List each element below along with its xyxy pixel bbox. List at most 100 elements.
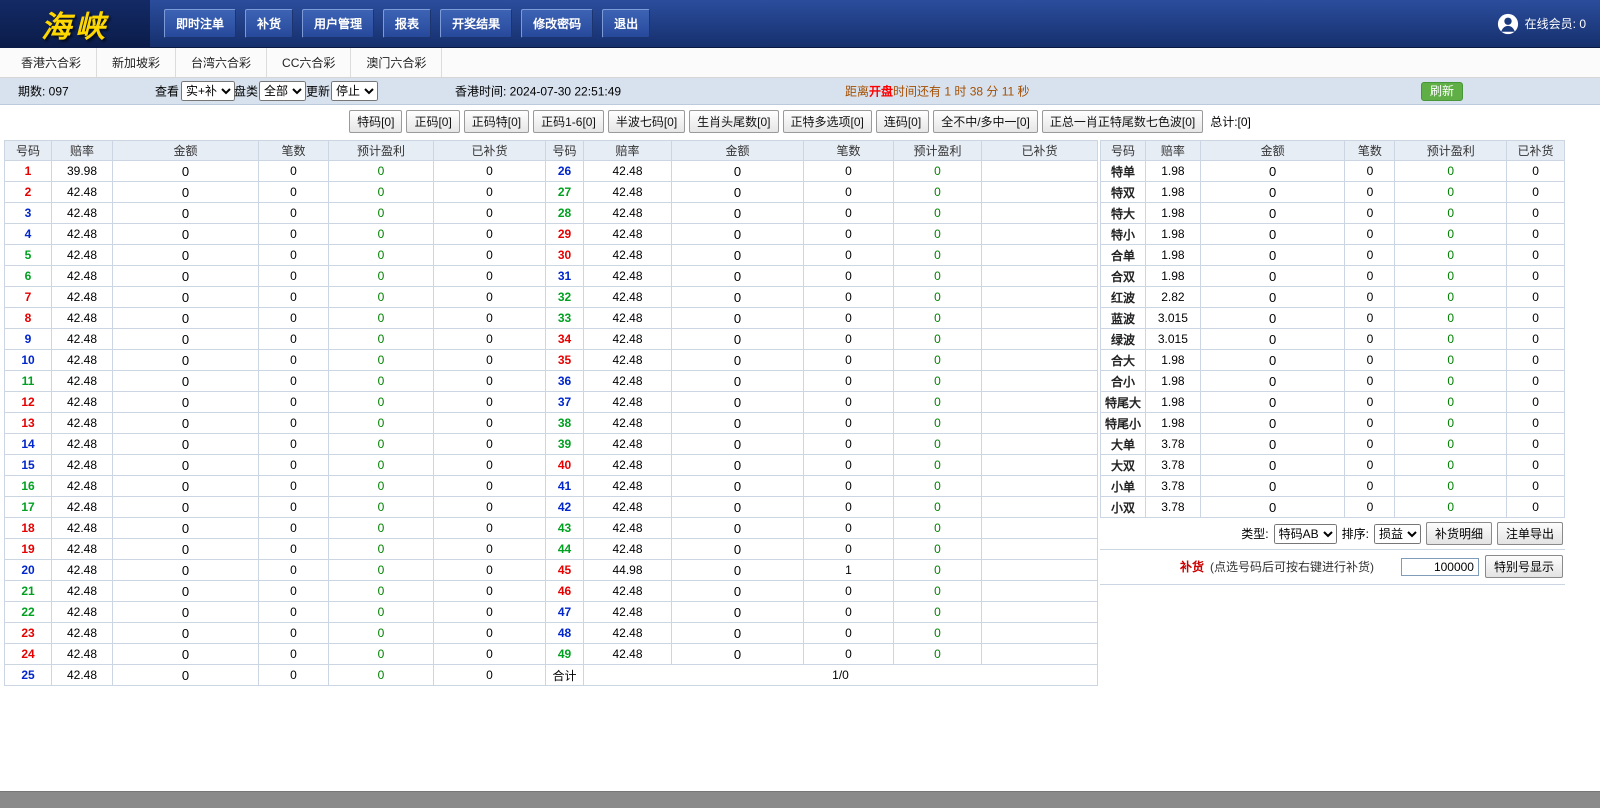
ball-number-cell[interactable]: 20 — [5, 560, 52, 581]
ball-number-cell[interactable]: 36 — [546, 371, 584, 392]
ball-number-cell[interactable]: 43 — [546, 518, 584, 539]
type-select[interactable]: 特码AB — [1274, 524, 1337, 544]
ball-number-cell[interactable]: 2 — [5, 182, 52, 203]
filter-half-wave-seven[interactable]: 半波七码[0] — [608, 110, 685, 133]
menu-user-management[interactable]: 用户管理 — [302, 9, 374, 38]
bet-type-cell[interactable]: 大双 — [1101, 455, 1146, 476]
ball-number-cell[interactable]: 35 — [546, 350, 584, 371]
filter-zodiac-head-tail[interactable]: 生肖头尾数[0] — [689, 110, 778, 133]
bet-type-cell[interactable]: 合大 — [1101, 350, 1146, 371]
ball-number-cell[interactable]: 7 — [5, 287, 52, 308]
ball-number-cell[interactable]: 39 — [546, 434, 584, 455]
ball-number-cell[interactable]: 24 — [5, 644, 52, 665]
filter-special-code[interactable]: 特码[0] — [349, 110, 402, 133]
menu-logout[interactable]: 退出 — [602, 9, 650, 38]
refresh-button[interactable]: 刷新 — [1421, 82, 1463, 101]
menu-change-password[interactable]: 修改密码 — [521, 9, 593, 38]
ball-number-cell[interactable]: 26 — [546, 161, 584, 182]
sort-select[interactable]: 损益 — [1374, 524, 1421, 544]
ball-number-cell[interactable]: 34 — [546, 329, 584, 350]
menu-draw-results[interactable]: 开奖结果 — [440, 9, 512, 38]
ball-number-cell[interactable]: 44 — [546, 539, 584, 560]
menu-instant-bets[interactable]: 即时注单 — [164, 9, 236, 38]
bet-type-cell[interactable]: 特尾小 — [1101, 413, 1146, 434]
bet-type-cell[interactable]: 大单 — [1101, 434, 1146, 455]
ball-number-cell[interactable]: 4 — [5, 224, 52, 245]
filter-normal-code-special[interactable]: 正码特[0] — [464, 110, 529, 133]
ball-number-cell[interactable]: 15 — [5, 455, 52, 476]
ball-number-cell[interactable]: 10 — [5, 350, 52, 371]
menu-restock[interactable]: 补货 — [245, 9, 293, 38]
ball-number-cell[interactable]: 37 — [546, 392, 584, 413]
bet-type-cell[interactable]: 小双 — [1101, 497, 1146, 518]
bet-type-cell[interactable]: 蓝波 — [1101, 308, 1146, 329]
ball-number-cell[interactable]: 25 — [5, 665, 52, 686]
filter-consecutive-codes[interactable]: 连码[0] — [876, 110, 929, 133]
ball-number-cell[interactable]: 28 — [546, 203, 584, 224]
ball-number-cell[interactable]: 5 — [5, 245, 52, 266]
ball-number-cell[interactable]: 21 — [5, 581, 52, 602]
restock-action-label[interactable]: 补货 — [1180, 558, 1204, 575]
bet-type-cell[interactable]: 特小 — [1101, 224, 1146, 245]
restock-amount-input[interactable] — [1401, 558, 1479, 576]
ball-number-cell[interactable]: 17 — [5, 497, 52, 518]
ball-number-cell[interactable]: 19 — [5, 539, 52, 560]
lottery-tab-taiwan[interactable]: 台湾六合彩 — [176, 48, 267, 77]
lottery-tab-cc[interactable]: CC六合彩 — [267, 48, 351, 77]
update-select[interactable]: 停止 — [331, 81, 378, 101]
ball-number-cell[interactable]: 3 — [5, 203, 52, 224]
bet-export-button[interactable]: 注单导出 — [1497, 522, 1563, 545]
ball-number-cell[interactable]: 22 — [5, 602, 52, 623]
special-number-display-button[interactable]: 特别号显示 — [1485, 555, 1563, 578]
ball-number-cell[interactable]: 42 — [546, 497, 584, 518]
ball-number-cell[interactable]: 8 — [5, 308, 52, 329]
ball-number-cell[interactable]: 27 — [546, 182, 584, 203]
ball-number-cell[interactable]: 32 — [546, 287, 584, 308]
ball-number-cell[interactable]: 11 — [5, 371, 52, 392]
filter-special-multi-option[interactable]: 正特多选项[0] — [783, 110, 872, 133]
ball-number-cell[interactable]: 18 — [5, 518, 52, 539]
ball-number-cell[interactable]: 38 — [546, 413, 584, 434]
filter-all-miss-multi-hit[interactable]: 全不中/多中一[0] — [933, 110, 1038, 133]
pan-select[interactable]: 全部 — [259, 81, 306, 101]
bet-type-cell[interactable]: 特双 — [1101, 182, 1146, 203]
lottery-tab-singapore[interactable]: 新加坡彩 — [97, 48, 176, 77]
ball-number-cell[interactable]: 31 — [546, 266, 584, 287]
ball-number-cell[interactable]: 6 — [5, 266, 52, 287]
bet-type-cell[interactable]: 合小 — [1101, 371, 1146, 392]
filter-zodiac-tail-color-wave[interactable]: 正总一肖正特尾数七色波[0] — [1042, 110, 1203, 133]
bet-type-cell[interactable]: 小单 — [1101, 476, 1146, 497]
view-select[interactable]: 实+补 — [181, 81, 235, 101]
bet-type-cell[interactable]: 合双 — [1101, 266, 1146, 287]
ball-number-cell[interactable]: 33 — [546, 308, 584, 329]
lottery-tab-hongkong[interactable]: 香港六合彩 — [6, 48, 97, 77]
ball-number-cell[interactable]: 1 — [5, 161, 52, 182]
ball-number-cell[interactable]: 12 — [5, 392, 52, 413]
bet-type-cell[interactable]: 红波 — [1101, 287, 1146, 308]
ball-number-cell[interactable]: 45 — [546, 560, 584, 581]
filter-normal-code[interactable]: 正码[0] — [406, 110, 459, 133]
ball-number-cell[interactable]: 40 — [546, 455, 584, 476]
lottery-tab-macau[interactable]: 澳门六合彩 — [351, 48, 442, 77]
ball-number-cell[interactable]: 9 — [5, 329, 52, 350]
horizontal-scrollbar[interactable] — [0, 791, 1600, 808]
restock-detail-button[interactable]: 补货明细 — [1426, 522, 1492, 545]
ball-number-cell[interactable]: 48 — [546, 623, 584, 644]
ball-number-cell[interactable]: 14 — [5, 434, 52, 455]
ball-number-cell[interactable]: 29 — [546, 224, 584, 245]
ball-number-cell[interactable]: 30 — [546, 245, 584, 266]
ball-number-cell[interactable]: 16 — [5, 476, 52, 497]
bet-type-cell[interactable]: 特大 — [1101, 203, 1146, 224]
ball-number-cell[interactable]: 23 — [5, 623, 52, 644]
ball-number-cell[interactable]: 46 — [546, 581, 584, 602]
ball-number-cell[interactable]: 47 — [546, 602, 584, 623]
bet-type-cell[interactable]: 绿波 — [1101, 329, 1146, 350]
bet-type-cell[interactable]: 合单 — [1101, 245, 1146, 266]
ball-number-cell[interactable]: 49 — [546, 644, 584, 665]
bet-type-cell[interactable]: 特尾大 — [1101, 392, 1146, 413]
menu-reports[interactable]: 报表 — [383, 9, 431, 38]
bet-type-cell[interactable]: 特单 — [1101, 161, 1146, 182]
ball-number-cell[interactable]: 13 — [5, 413, 52, 434]
ball-number-cell[interactable]: 41 — [546, 476, 584, 497]
filter-normal-code-1-6[interactable]: 正码1-6[0] — [533, 110, 604, 133]
